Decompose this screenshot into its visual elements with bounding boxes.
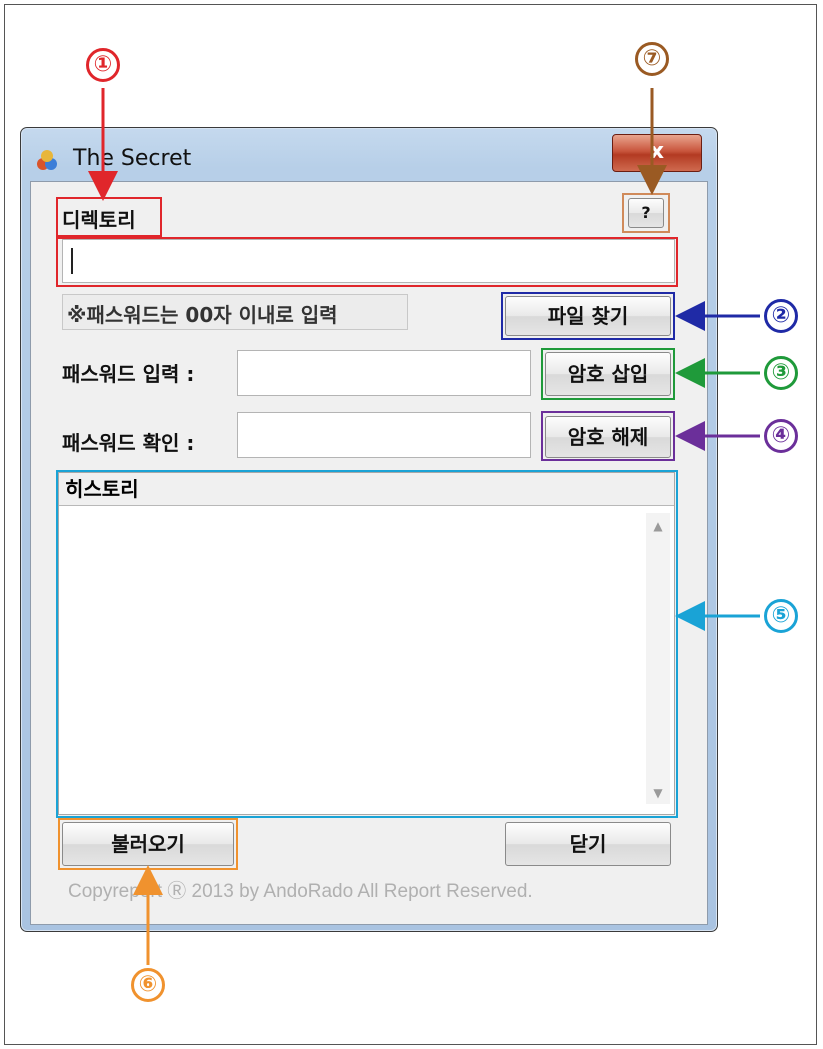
callout-4: ④	[764, 419, 798, 453]
callout-arrows	[88, 88, 760, 965]
callout-3: ③	[764, 356, 798, 390]
callout-6: ⑥	[131, 968, 165, 1002]
callout-2: ②	[764, 299, 798, 333]
callout-5: ⑤	[764, 599, 798, 633]
callout-7: ⑦	[635, 42, 669, 76]
callout-1: ①	[86, 48, 120, 82]
